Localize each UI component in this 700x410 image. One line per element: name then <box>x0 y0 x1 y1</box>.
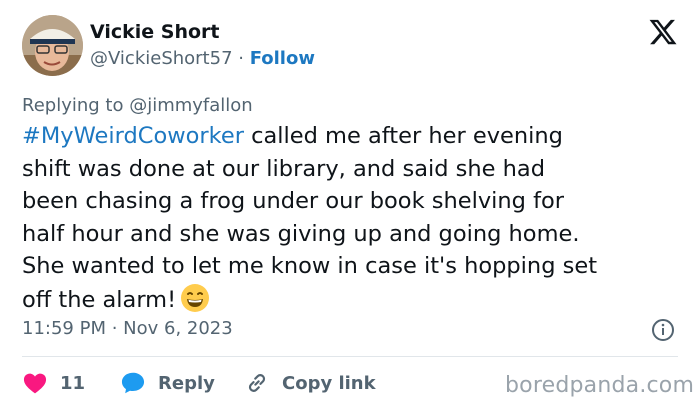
tweet-date: Nov 6, 2023 <box>123 318 233 339</box>
grinning-face-emoji-icon <box>181 283 210 312</box>
watermark: boredpanda.com <box>505 373 695 398</box>
avatar[interactable] <box>22 15 83 76</box>
author-handle[interactable]: @VickieShort57 <box>90 48 233 69</box>
copy-link-label: Copy link <box>282 372 376 394</box>
avatar-photo <box>22 15 83 76</box>
tweet-line: been chasing a frog under our book shelv… <box>22 188 565 214</box>
tweet-text: #MyWeirdCoworker called me after her eve… <box>22 120 682 316</box>
copy-link-button[interactable]: Copy link <box>244 370 376 396</box>
hashtag-link[interactable]: #MyWeirdCoworker <box>22 123 244 149</box>
meta-separator: · <box>105 318 124 339</box>
like-count: 11 <box>60 372 86 394</box>
tweet-line: #MyWeirdCoworker called me after her eve… <box>22 123 563 149</box>
author-handle-row: @VickieShort57 · Follow <box>90 48 315 69</box>
like-button[interactable]: 11 <box>22 370 85 396</box>
link-icon <box>248 374 266 392</box>
x-logo-icon[interactable] <box>648 17 678 47</box>
divider <box>22 356 678 357</box>
author-name[interactable]: Vickie Short <box>90 21 220 43</box>
reply-button[interactable]: Reply <box>120 370 215 396</box>
tweet-time: 11:59 PM <box>22 318 106 339</box>
reply-context: Replying to @jimmyfallon <box>22 95 253 116</box>
tweet-line: half hour and she was giving up and goin… <box>22 220 580 247</box>
reply-label: Reply <box>158 372 215 394</box>
info-icon[interactable] <box>651 318 675 342</box>
heart-icon <box>23 373 47 394</box>
speech-bubble-icon <box>121 372 145 394</box>
tweet-line: shift was done at our library, and said … <box>22 155 545 182</box>
follow-button[interactable]: Follow <box>250 48 315 69</box>
tweet-line: She wanted to let me know in case it's h… <box>22 253 598 279</box>
tweet-timestamp[interactable]: 11:59 PM · Nov 6, 2023 <box>22 318 233 339</box>
tweet-line: off the alarm! <box>22 283 682 317</box>
handle-separator: · <box>232 48 250 69</box>
